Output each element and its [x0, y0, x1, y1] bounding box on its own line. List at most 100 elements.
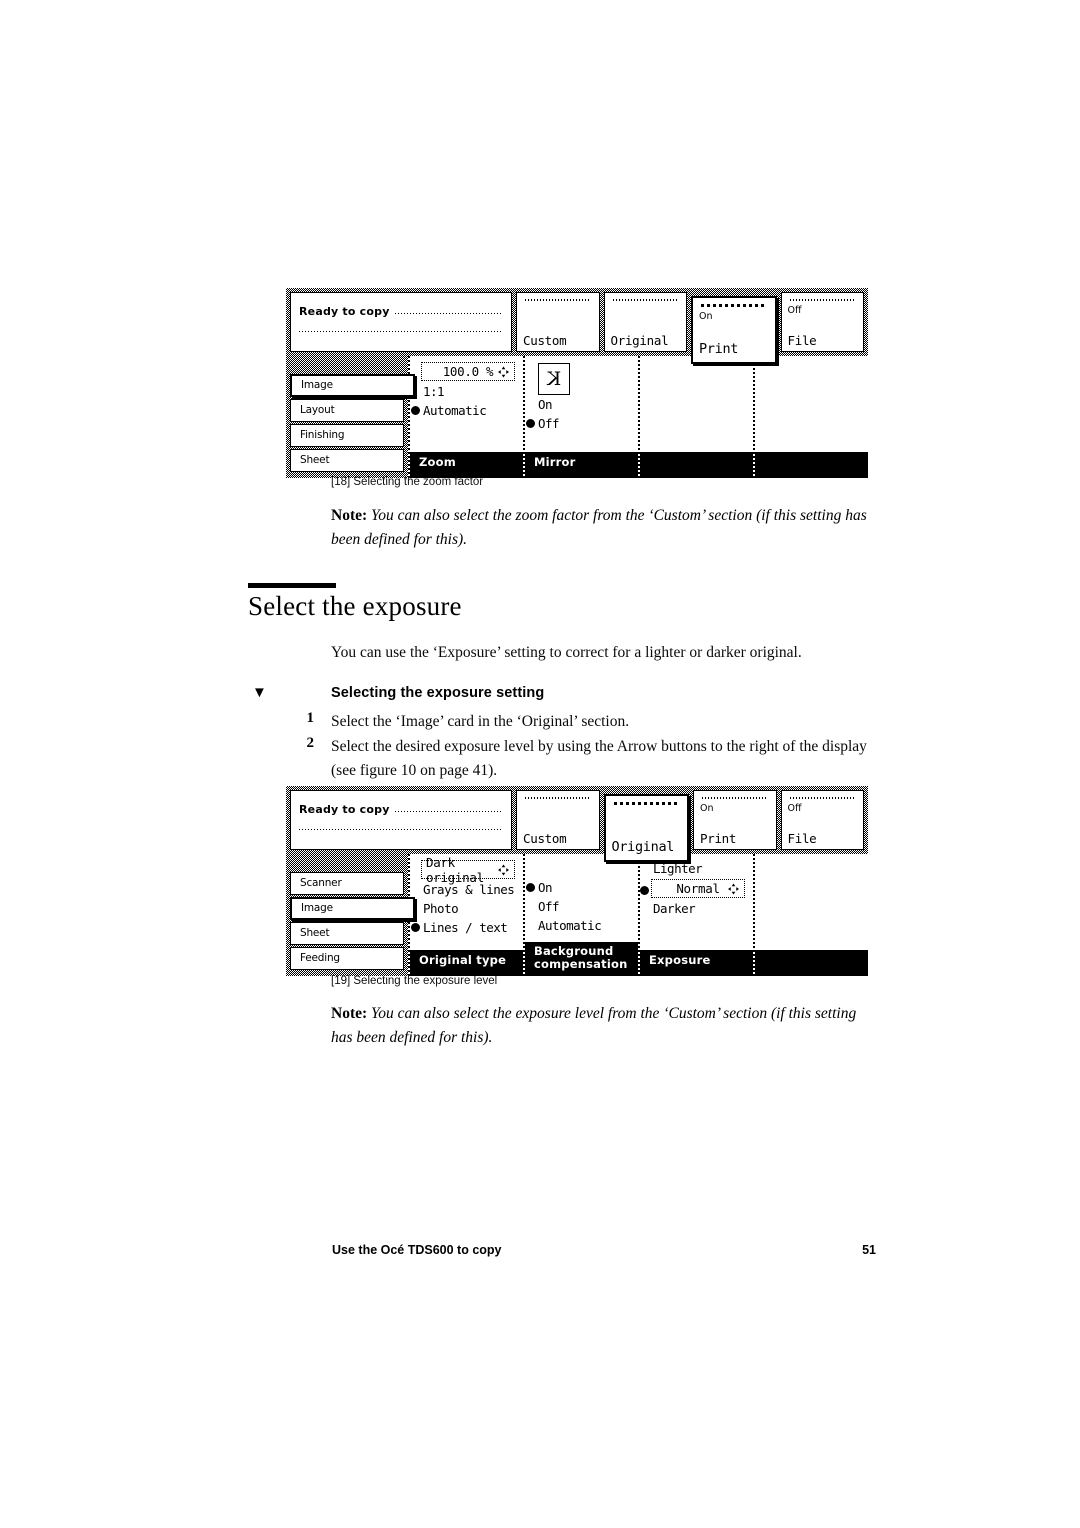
- footer-line-2: compensation: [534, 957, 628, 971]
- sidebar-item-feeding[interactable]: Feeding: [290, 947, 404, 970]
- page-footer: Use the Océ TDS600 to copy 51: [0, 1243, 1080, 1257]
- column-footer-empty: [755, 452, 868, 478]
- section-tab-print[interactable]: On Print: [693, 790, 777, 850]
- footer-title: Use the Océ TDS600 to copy: [332, 1243, 502, 1257]
- section-tab-file[interactable]: Off File: [780, 292, 864, 352]
- panel-sidebar: Scanner Image Sheet Feeding: [286, 854, 415, 976]
- zoom-value-box[interactable]: 100.0 %: [421, 362, 515, 381]
- section-tab-file[interactable]: Off File: [780, 790, 864, 850]
- option-label: Off: [538, 416, 560, 431]
- sidebar-item-sheet[interactable]: Sheet: [290, 449, 404, 472]
- column-zoom: 100.0 % 1:1 Automatic Zoom: [408, 356, 523, 478]
- sidebar-item-scanner[interactable]: Scanner: [290, 872, 404, 895]
- status-box: Ready to copy: [290, 790, 512, 850]
- note-label: Note:: [331, 1005, 368, 1022]
- figure-19-panel: Ready to copy Custom Original On Print O…: [286, 786, 868, 976]
- section-intro: You can use the ‘Exposure’ setting to co…: [331, 644, 802, 661]
- original-type-value-box[interactable]: Dark original: [421, 855, 515, 885]
- figure-18-caption: [18] Selecting the zoom factor: [331, 476, 484, 488]
- column-footer-zoom: Zoom: [410, 452, 523, 478]
- zoom-value: 100.0 %: [442, 364, 494, 379]
- sidebar-item-finishing[interactable]: Finishing: [290, 424, 404, 447]
- panel-lower-area: Scanner Image Sheet Feeding Dark origina…: [286, 854, 868, 976]
- sidebar-item-image[interactable]: Image: [290, 897, 415, 920]
- column-empty-4: [753, 854, 868, 976]
- panel-top-strip: Ready to copy Custom Original On Print O…: [286, 288, 868, 364]
- column-options: [640, 358, 753, 452]
- step-text: Select the ‘Image’ card in the ‘Original…: [331, 713, 630, 730]
- tab-sublabel: Off: [787, 803, 802, 814]
- option-label: Photo: [423, 901, 459, 916]
- column-options: [755, 358, 868, 452]
- column-empty-3: [638, 356, 753, 478]
- column-footer-original-type: Original type: [410, 950, 523, 976]
- settings-columns: Dark original Grays & lines Photo Lines …: [408, 854, 868, 976]
- column-options: 100.0 % 1:1 Automatic: [410, 358, 523, 452]
- tab-label: File: [787, 333, 817, 348]
- option-label: 1:1: [423, 384, 445, 399]
- exposure-option-darker[interactable]: Darker: [640, 899, 753, 918]
- column-background-compensation: On Off Automatic Background compensation: [523, 854, 638, 976]
- mirror-option-off[interactable]: Off: [525, 414, 638, 433]
- bgcomp-option-on[interactable]: On: [525, 878, 638, 897]
- tab-label: File: [787, 831, 817, 846]
- status-title: Ready to copy: [299, 305, 393, 318]
- option-label: Lighter: [653, 861, 703, 876]
- sidebar-item-label: Sheet: [300, 454, 330, 466]
- figure-19-caption: [19] Selecting the exposure level: [331, 975, 498, 987]
- sidebar-item-layout[interactable]: Layout: [290, 399, 404, 422]
- heading-rule: [248, 583, 336, 588]
- settings-columns: 100.0 % 1:1 Automatic Zoom K On Off Mirr…: [408, 356, 868, 478]
- step-number: 2: [306, 735, 315, 752]
- zoom-option-1to1[interactable]: 1:1: [410, 382, 523, 401]
- note-19: Note: You can also select the exposure l…: [331, 1002, 877, 1049]
- sidebar-item-sheet[interactable]: Sheet: [290, 922, 404, 945]
- sidebar-item-label: Image: [301, 379, 333, 391]
- spinner-arrows-icon: [498, 366, 509, 377]
- original-type-option-photo[interactable]: Photo: [410, 899, 523, 918]
- zoom-option-automatic[interactable]: Automatic: [410, 401, 523, 420]
- note-18: Note: You can also select the zoom facto…: [331, 504, 875, 551]
- column-mirror: K On Off Mirror: [523, 356, 638, 478]
- section-tab-custom[interactable]: Custom: [516, 790, 600, 850]
- figure-18-panel: Ready to copy Custom Original On Print O…: [286, 288, 868, 478]
- tab-dots: [612, 299, 678, 301]
- option-label: On: [538, 397, 553, 412]
- column-footer-exposure: Exposure: [640, 950, 753, 976]
- note-label: Note:: [331, 507, 368, 524]
- selected-bullet-icon: [526, 883, 535, 892]
- step-item: 1 Select the ‘Image’ card in the ‘Origin…: [296, 710, 876, 733]
- bgcomp-option-automatic[interactable]: Automatic: [525, 916, 638, 935]
- tab-sublabel: Off: [787, 305, 802, 316]
- section-tab-original[interactable]: Original: [603, 292, 687, 352]
- column-footer-mirror: Mirror: [525, 452, 638, 478]
- column-options: Lighter Normal Darker: [640, 856, 753, 950]
- spinner-arrows-icon: [728, 883, 739, 894]
- option-label: On: [538, 880, 553, 895]
- sidebar-item-image[interactable]: Image: [290, 374, 415, 397]
- original-type-option-lines-text[interactable]: Lines / text: [410, 918, 523, 937]
- tab-label: Original: [610, 333, 669, 348]
- option-label: Automatic: [538, 918, 602, 933]
- original-type-option-grays-lines[interactable]: Grays & lines: [410, 880, 523, 899]
- exposure-value-wrap: Normal: [640, 879, 753, 898]
- option-label: Off: [538, 899, 560, 914]
- option-label: Grays & lines: [423, 882, 515, 897]
- exposure-value-box[interactable]: Normal: [651, 879, 745, 898]
- bgcomp-option-off[interactable]: Off: [525, 897, 638, 916]
- sidebar-item-label: Image: [301, 902, 333, 914]
- panel-lower-area: Image Layout Finishing Sheet 100.0 % 1:1…: [286, 356, 868, 478]
- spinner-arrows-icon: [498, 864, 509, 875]
- column-options: K On Off: [525, 358, 638, 452]
- note-text: You can also select the exposure level f…: [331, 1005, 857, 1046]
- sidebar-item-label: Sheet: [300, 927, 330, 939]
- tab-label: Print: [700, 831, 737, 846]
- section-tab-custom[interactable]: Custom: [516, 292, 600, 352]
- section-tab-original[interactable]: Original: [603, 794, 689, 862]
- mirror-option-on[interactable]: On: [525, 395, 638, 414]
- column-footer-empty: [755, 950, 868, 976]
- status-dotted-rule-2: [299, 829, 503, 830]
- sidebar-item-label: Finishing: [300, 429, 345, 441]
- option-label: Darker: [653, 901, 696, 916]
- section-tab-print[interactable]: On Print: [691, 296, 777, 364]
